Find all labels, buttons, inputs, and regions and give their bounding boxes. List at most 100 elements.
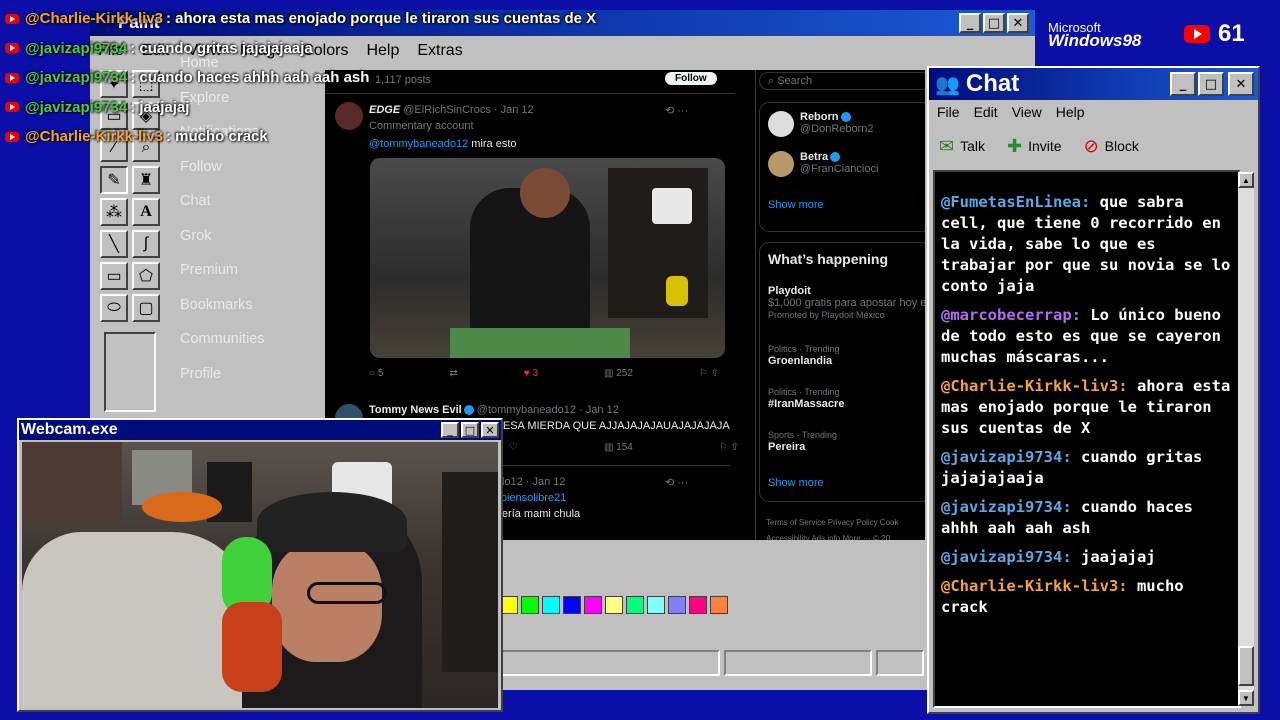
trend-item[interactable]: Playdoit $1,000 gratis para apostar hoy e…	[768, 285, 925, 321]
close-button[interactable]: ✕	[1228, 72, 1254, 96]
chat-username[interactable]: @javizapi9734:	[941, 548, 1072, 566]
color-swatch[interactable]	[710, 596, 728, 614]
color-swatch[interactable]	[542, 596, 560, 614]
footer-links[interactable]: Terms of Service Privacy Policy Cook Acc…	[766, 515, 925, 540]
tweet-video[interactable]	[370, 158, 725, 358]
webcam-feed	[22, 442, 498, 708]
chat-title: Chat	[965, 70, 1020, 97]
maximize-button[interactable]: □	[461, 422, 479, 438]
chat-window: 👥 Chat _ □ ✕ File Edit View Help ✉ Talk ✚…	[927, 66, 1260, 714]
nav-profile[interactable]: Profile	[180, 357, 320, 392]
retweet-icon[interactable]: ⇄	[449, 368, 457, 379]
brush-icon[interactable]: ♜	[132, 166, 160, 194]
trend-item[interactable]: Sports · Trending Pereira	[768, 429, 837, 453]
bookmark-icon[interactable]: ⚐ ⇧	[719, 442, 739, 453]
views-icon[interactable]: ▥ 252	[604, 368, 633, 379]
avatar[interactable]	[768, 151, 794, 177]
close-button[interactable]: ✕	[481, 422, 499, 438]
grok-icon[interactable]: ⟲ ···	[665, 104, 688, 117]
views-icon[interactable]: ▥ 154	[604, 442, 633, 453]
search-input[interactable]: ⌕ Search	[759, 72, 925, 90]
invite-button[interactable]: ✚ Invite	[1007, 136, 1062, 157]
color-swatch[interactable]	[563, 596, 581, 614]
more-icon[interactable]: ⟲ ···	[665, 476, 688, 489]
nav-chat[interactable]: Chat	[180, 184, 320, 219]
tweet-handle[interactable]: @tommybaneado12 · Jan 12	[477, 404, 619, 416]
chat-titlebar[interactable]: 👥 Chat _ □ ✕	[929, 68, 1258, 100]
overlay-username: @javizapi9734	[25, 98, 128, 116]
youtube-icon	[1184, 25, 1210, 43]
avatar[interactable]	[768, 111, 794, 137]
nav-premium[interactable]: Premium	[180, 253, 320, 288]
windows98-logo: Microsoft Windows98	[1048, 20, 1141, 51]
rounded-rect-icon[interactable]: ▢	[132, 294, 160, 322]
block-button[interactable]: ⊘ Block	[1084, 136, 1139, 157]
airbrush-icon[interactable]: ⁂	[100, 198, 128, 226]
nav-follow[interactable]: Follow	[180, 150, 320, 185]
chat-message: @Charlie-Kirkk-liv3: ahora esta mas enoj…	[941, 376, 1235, 439]
minimize-button[interactable]: _	[1170, 72, 1196, 96]
chat-message: @javizapi9734: jaajajaj	[941, 547, 1235, 568]
color-swatch[interactable]	[605, 596, 623, 614]
follow-button[interactable]: Follow	[665, 72, 717, 85]
follow-name[interactable]: Reborn	[800, 111, 839, 123]
follow-handle[interactable]: @FranCiancioci	[800, 163, 878, 175]
chat-username[interactable]: @FumetasEnLinea:	[941, 193, 1090, 211]
follow-handle[interactable]: @DonReborn2	[800, 123, 874, 135]
chat-username[interactable]: @javizapi9734:	[941, 498, 1072, 516]
menu-view[interactable]: View	[1012, 104, 1042, 120]
color-swatch[interactable]	[668, 596, 686, 614]
chat-scrollbar[interactable]: ▲ ▼	[1238, 172, 1254, 706]
color-swatch[interactable]	[626, 596, 644, 614]
polygon-icon[interactable]: ⬠	[132, 262, 160, 290]
ellipse-icon[interactable]: ⬭	[100, 294, 128, 322]
menu-file[interactable]: File	[937, 104, 960, 120]
like-icon[interactable]: ♡	[509, 442, 518, 453]
menu-edit[interactable]: Edit	[974, 104, 998, 120]
chat-username[interactable]: @javizapi9734:	[941, 448, 1072, 466]
line-icon[interactable]: ╲	[100, 230, 128, 258]
menu-help[interactable]: Help	[1056, 104, 1085, 120]
minimize-button[interactable]: _	[959, 13, 981, 33]
scroll-up-icon[interactable]: ▲	[1238, 172, 1254, 188]
talk-button[interactable]: ✉ Talk	[939, 136, 985, 157]
color-swatch[interactable]	[689, 596, 707, 614]
color-swatch[interactable]	[584, 596, 602, 614]
reply-icon[interactable]: ○ 5	[369, 368, 383, 379]
minimize-button[interactable]: _	[441, 422, 459, 438]
like-icon[interactable]: ♥ 3	[524, 368, 538, 379]
maximize-button[interactable]: □	[1198, 72, 1224, 96]
overlay-username: @javizapi9734	[25, 39, 128, 57]
follow-name[interactable]: Betra	[800, 151, 828, 163]
scroll-thumb[interactable]	[1238, 646, 1254, 686]
color-swatch[interactable]	[521, 596, 539, 614]
maximize-button[interactable]: □	[983, 13, 1005, 33]
scroll-down-icon[interactable]: ▼	[1238, 690, 1254, 706]
tweet-author[interactable]: Tommy News Evil	[369, 404, 462, 416]
overlay-message: : ahora esta mas enojado porque le tirar…	[166, 10, 597, 28]
tool-options[interactable]	[104, 332, 156, 412]
trend-item[interactable]: Politics · Trending #IranMassacre	[768, 386, 844, 410]
status-cell	[500, 650, 720, 676]
bookmark-icon[interactable]: ⚐ ⇧	[699, 368, 719, 379]
show-more-link[interactable]: Show more	[768, 477, 824, 489]
webcam-titlebar[interactable]: Webcam.exe _ □ ✕	[19, 420, 501, 440]
show-more-link[interactable]: Show more	[768, 199, 824, 211]
rectangle-icon[interactable]: ▭	[100, 262, 128, 290]
youtube-icon	[5, 102, 19, 113]
text-icon[interactable]: A	[132, 198, 160, 226]
chat-message: @marcobecerrap: Lo único bueno de todo e…	[941, 305, 1235, 368]
chat-username[interactable]: @Charlie-Kirkk-liv3:	[941, 577, 1128, 595]
nav-communities[interactable]: Communities	[180, 322, 320, 357]
overlay-message: : jaajajaj	[130, 98, 190, 116]
nav-grok[interactable]: Grok	[180, 219, 320, 254]
chat-username[interactable]: @Charlie-Kirkk-liv3:	[941, 377, 1128, 395]
nav-bookmarks[interactable]: Bookmarks	[180, 288, 320, 323]
color-swatch[interactable]	[647, 596, 665, 614]
close-button[interactable]: ✕	[1007, 13, 1029, 33]
pencil-icon[interactable]: ✎	[100, 166, 128, 194]
chat-username[interactable]: @marcobecerrap:	[941, 306, 1081, 324]
overlay-chat-line: @Charlie-Kirkk-liv3: mucho crack	[0, 122, 596, 152]
curve-icon[interactable]: ∫	[132, 230, 160, 258]
trend-item[interactable]: Politics · Trending Groenlandia	[768, 343, 840, 367]
